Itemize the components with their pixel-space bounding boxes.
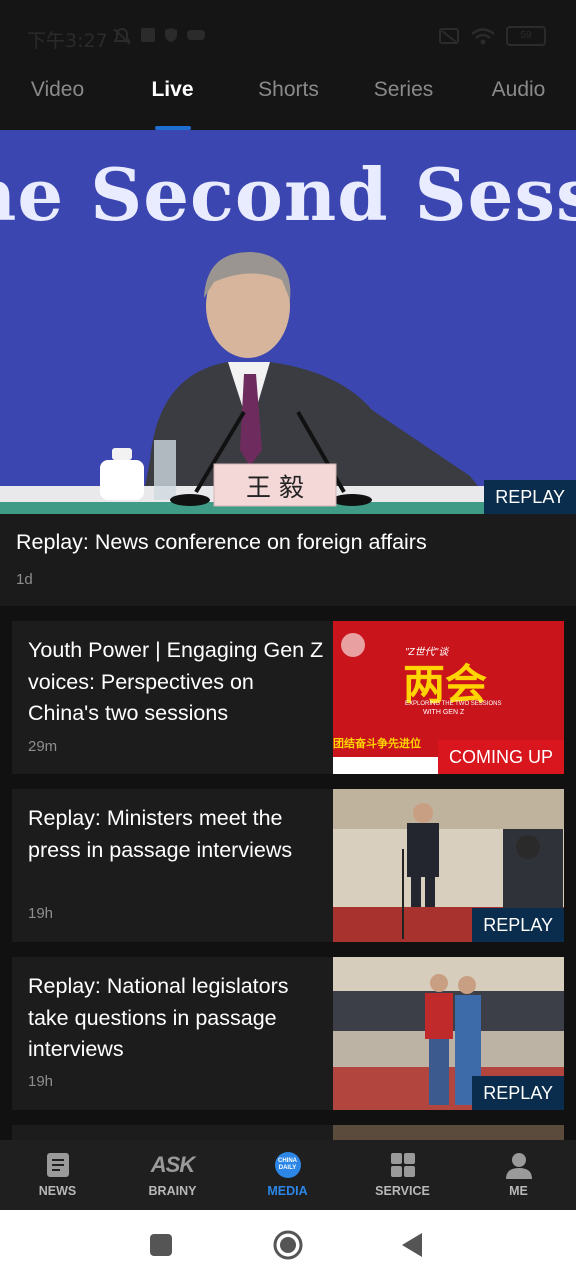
- ask-brainy-icon: ASK: [150, 1152, 195, 1177]
- card-thumbnail: [333, 1125, 564, 1140]
- thumb-bottom-text: 团结奋斗争先进位: [333, 738, 421, 750]
- video-card-partial[interactable]: [12, 1125, 564, 1140]
- replay-badge: REPLAY: [484, 480, 576, 514]
- nav-media[interactable]: CHINA DAILY MEDIA: [230, 1150, 345, 1198]
- gamepad-icon: [187, 30, 205, 40]
- card-time: 29m: [28, 738, 58, 755]
- nav-news[interactable]: NEWS: [0, 1150, 115, 1198]
- china-daily-icon: CHINA DAILY: [274, 1152, 301, 1178]
- video-card[interactable]: Replay: National legislators take questi…: [12, 957, 564, 1110]
- home-button-icon[interactable]: [272, 1229, 304, 1261]
- system-navigation-bar: [0, 1210, 576, 1280]
- tab-audio[interactable]: Audio: [461, 78, 576, 102]
- wifi-icon: [471, 28, 495, 45]
- app-icon: [141, 28, 155, 42]
- nav-label: NEWS: [38, 1184, 77, 1198]
- bottom-navigation: NEWS ASK BRAINY CHINA DAILY MEDIA SERVIC…: [0, 1140, 576, 1210]
- nav-label: SERVICE: [375, 1184, 430, 1198]
- card-title: Replay: Ministers meet the press in pass…: [28, 806, 293, 862]
- hero-thumbnail[interactable]: he Second Session o 王 毅 REPLAY: [0, 130, 576, 514]
- nav-label: MEDIA: [267, 1184, 308, 1198]
- hero-title: Replay: News conference on foreign affai…: [16, 530, 427, 554]
- recents-button-icon[interactable]: [149, 1233, 173, 1257]
- grid-icon: [390, 1153, 415, 1177]
- tab-series[interactable]: Series: [346, 78, 461, 102]
- thumb-sub-text: EXPLORING THE TWO SESSIONS: [405, 701, 502, 707]
- battery-indicator: 59: [506, 26, 546, 46]
- card-thumbnail: REPLAY: [333, 789, 564, 942]
- replay-badge: REPLAY: [472, 1076, 564, 1110]
- card-title: Replay: National legislators take questi…: [28, 974, 289, 1061]
- tab-live[interactable]: Live: [115, 78, 230, 102]
- status-time: 下午3:27: [27, 30, 108, 52]
- hero-caption[interactable]: Replay: News conference on foreign affai…: [0, 514, 576, 606]
- hero-speaker-image: [0, 252, 576, 514]
- video-card[interactable]: Replay: Ministers meet the press in pass…: [12, 789, 564, 942]
- nav-me[interactable]: ME: [461, 1150, 576, 1198]
- coming-up-badge: COMING UP: [437, 740, 564, 774]
- mute-icon: [113, 28, 131, 45]
- card-time: 19h: [28, 1073, 54, 1090]
- tab-video[interactable]: Video: [0, 78, 115, 102]
- news-icon: [46, 1153, 69, 1177]
- status-bar: 下午3:27 59: [0, 0, 576, 64]
- replay-badge: REPLAY: [472, 908, 564, 942]
- nav-label: BRAINY: [148, 1184, 197, 1198]
- video-card[interactable]: Youth Power | Engaging Gen Z voices: Per…: [12, 621, 564, 774]
- shield-icon: [165, 28, 177, 42]
- status-system-icons: 59: [438, 26, 546, 46]
- nav-label: ME: [509, 1184, 528, 1198]
- card-thumbnail: "Z世代"谈 两会 EXPLORING THE TWO SESSIONS WIT…: [333, 621, 564, 774]
- thumb-sub2-text: WITH GEN Z: [423, 709, 465, 716]
- person-icon: [505, 1153, 532, 1179]
- card-title: Youth Power | Engaging Gen Z voices: Per…: [28, 638, 324, 725]
- hero-time: 1d: [16, 571, 33, 588]
- card-thumbnail: REPLAY: [333, 957, 564, 1110]
- nav-brainy[interactable]: ASK BRAINY: [115, 1150, 230, 1198]
- tab-shorts[interactable]: Shorts: [231, 78, 346, 102]
- back-button-icon[interactable]: [400, 1232, 424, 1258]
- sim-off-icon: [439, 28, 459, 44]
- hero-nameplate-text: 王 毅: [246, 473, 304, 502]
- category-tabs: Video Live Shorts Series Audio: [0, 64, 576, 130]
- status-notification-icons: [112, 27, 206, 45]
- nav-service[interactable]: SERVICE: [345, 1150, 460, 1198]
- card-time: 19h: [28, 905, 54, 922]
